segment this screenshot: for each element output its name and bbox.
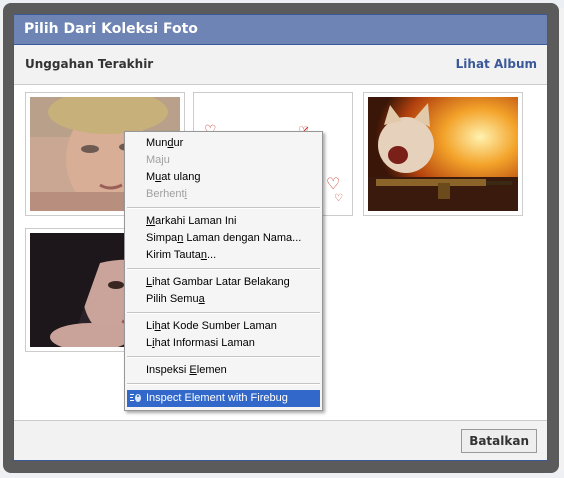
menu-item-inspect-firebug[interactable]: Inspect Element with Firebug	[127, 390, 320, 407]
menu-item-back[interactable]: Mundur	[146, 135, 183, 151]
dialog-title: Pilih Dari Koleksi Foto	[14, 15, 547, 45]
menu-label-part: lemen	[196, 364, 227, 376]
menu-label-part: at ulang	[161, 171, 201, 183]
menu-label-part: ihat Gambar Latar Belakang	[152, 276, 290, 288]
dialog-footer: Batalkan	[14, 420, 547, 460]
menu-label-part: u	[163, 154, 170, 166]
context-menu: Mundur Maju Muat ulang Berhenti Markahi …	[124, 131, 323, 411]
view-album-link[interactable]: Lihat Album	[456, 57, 537, 71]
photo-cat-explosion	[368, 97, 518, 211]
menu-label-part: Kirim Tauta	[146, 249, 201, 261]
svg-text:♡: ♡	[334, 193, 343, 204]
cancel-button[interactable]: Batalkan	[461, 429, 537, 453]
menu-item-inspect-element[interactable]: Inspeksi Elemen	[146, 362, 227, 378]
firebug-icon	[130, 394, 141, 402]
menu-label-part: Berhent	[146, 188, 185, 200]
menu-label-part: Li	[146, 320, 155, 332]
menu-item-select-all[interactable]: Pilih Semua	[146, 291, 205, 307]
menu-item-view-background-image[interactable]: Lihat Gambar Latar Belakang	[146, 274, 290, 290]
menu-item-label: Inspect Element with Firebug	[146, 392, 288, 404]
menu-separator	[127, 383, 320, 385]
menu-item-view-page-source[interactable]: Lihat Kode Sumber Laman	[146, 318, 277, 334]
menu-item-stop[interactable]: Berhenti	[146, 186, 187, 202]
menu-separator	[127, 268, 320, 270]
menu-access-key: M	[146, 215, 156, 227]
menu-access-key: a	[198, 293, 205, 305]
menu-label-part: Pilih Semu	[146, 293, 199, 305]
menu-label-part: ...	[206, 249, 217, 261]
menu-separator	[127, 207, 320, 209]
menu-item-send-link[interactable]: Kirim Tautan...	[146, 247, 216, 263]
menu-separator	[127, 356, 320, 358]
menu-separator	[127, 312, 320, 314]
menu-item-reload[interactable]: Muat ulang	[146, 169, 200, 185]
svg-text:♡: ♡	[326, 174, 340, 193]
menu-access-key: E	[189, 364, 197, 376]
menu-label-part: Ma	[146, 154, 162, 166]
photo-thumbnail[interactable]	[363, 92, 523, 216]
section-title: Unggahan Terakhir	[25, 57, 154, 71]
section-header: Unggahan Terakhir Lihat Album	[14, 45, 547, 85]
menu-item-forward[interactable]: Maju	[146, 152, 170, 168]
menu-item-bookmark-page[interactable]: Markahi Laman Ini	[146, 213, 237, 229]
menu-item-save-page-as[interactable]: Simpan Laman dengan Nama...	[146, 230, 301, 246]
menu-label-part: Mun	[146, 137, 168, 149]
menu-label-part: ur	[173, 137, 184, 149]
menu-item-view-page-info[interactable]: Lihat Informasi Laman	[146, 335, 255, 351]
menu-label-part: M	[146, 171, 156, 183]
menu-label-part: Simpa	[146, 232, 178, 244]
menu-label-part: hat Informasi Laman	[154, 337, 255, 349]
menu-label-part: arkahi Laman Ini	[155, 215, 237, 227]
menu-label-part: at Kode Sumber Laman	[160, 320, 277, 332]
menu-label-part: Laman dengan Nama...	[183, 232, 302, 244]
menu-label-part: Inspeksi	[146, 364, 190, 376]
menu-access-key: i	[184, 188, 187, 200]
